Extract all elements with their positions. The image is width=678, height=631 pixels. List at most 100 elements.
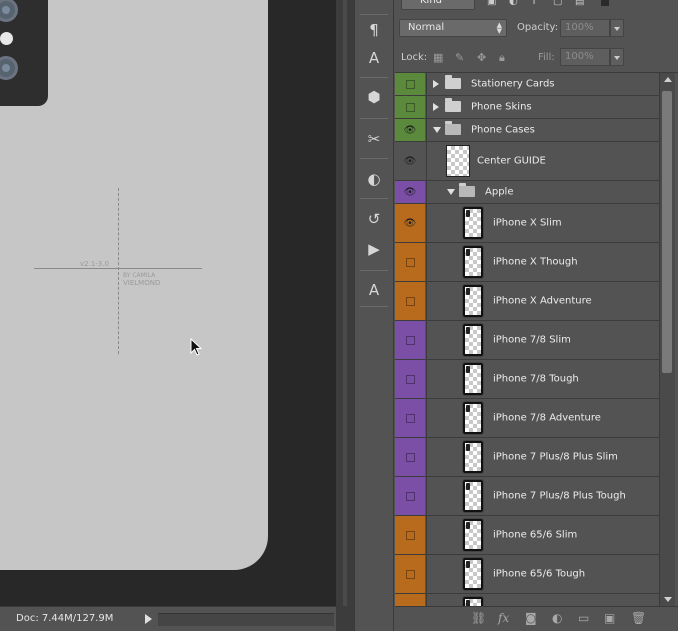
filter-shape-icon[interactable]: ▢ bbox=[553, 0, 565, 7]
layer-row[interactable]: iPhone 7/8 Slim bbox=[395, 321, 659, 360]
visibility-toggle[interactable]: 👁︎ bbox=[395, 204, 425, 242]
lock-transparent-icon[interactable]: ▦ bbox=[433, 51, 443, 64]
eye-icon: 👁︎ bbox=[403, 155, 417, 167]
delete-layer-icon[interactable]: 🗑︎ bbox=[631, 611, 646, 625]
layer-body[interactable]: iPhone 7/8 Adventure bbox=[426, 399, 659, 437]
visibility-toggle[interactable]: 👁︎ bbox=[395, 119, 425, 141]
layer-name: Phone Skins bbox=[471, 101, 532, 113]
layer-thumbnail bbox=[462, 206, 484, 240]
scroll-thumb[interactable] bbox=[662, 91, 672, 373]
fill-field[interactable]: 100% bbox=[560, 48, 610, 66]
layer-row[interactable]: iPhone X Adventure bbox=[395, 282, 659, 321]
filter-toggle-icon[interactable] bbox=[601, 0, 609, 6]
paragraph-icon[interactable]: ¶ bbox=[360, 17, 388, 43]
visibility-toggle[interactable]: 👁︎ bbox=[395, 142, 425, 180]
adjustment-layer-icon[interactable]: ◐ bbox=[552, 611, 562, 625]
layer-group-row[interactable]: Phone Skins bbox=[395, 96, 659, 119]
visibility-toggle[interactable]: 👁︎ bbox=[395, 181, 425, 203]
layer-body[interactable]: Stationery Cards bbox=[426, 73, 659, 95]
character-style-icon[interactable]: A bbox=[360, 45, 388, 71]
lock-position-icon[interactable]: ✥ bbox=[477, 51, 486, 64]
layer-row[interactable]: iPhone X Though bbox=[395, 243, 659, 282]
filter-kind-select[interactable]: Kind bbox=[401, 0, 475, 10]
history-icon[interactable]: ↺ bbox=[360, 206, 388, 232]
layer-body[interactable]: iPhone 7 Plus/8 Plus Tough bbox=[426, 477, 659, 515]
layers-scrollbar[interactable] bbox=[659, 73, 675, 606]
layer-body[interactable]: iPhone X Slim bbox=[426, 204, 659, 242]
layer-body[interactable]: iPhone X Though bbox=[426, 243, 659, 281]
scroll-down-icon[interactable] bbox=[664, 597, 672, 602]
document-canvas[interactable]: v2.1-3.0 BY CAMILA VIELMOND bbox=[0, 0, 336, 606]
layer-row[interactable] bbox=[395, 594, 659, 606]
lock-image-icon[interactable]: ✎ bbox=[455, 51, 464, 64]
opacity-field[interactable]: 100% bbox=[560, 19, 610, 37]
layer-thumbnail bbox=[462, 596, 484, 606]
visibility-toggle[interactable] bbox=[395, 73, 425, 95]
layer-row[interactable]: iPhone 7/8 Adventure bbox=[395, 399, 659, 438]
filter-pixel-icon[interactable]: ▣ bbox=[487, 0, 499, 7]
text-tool-icon[interactable]: A bbox=[360, 277, 388, 303]
layer-row[interactable]: iPhone 7/8 Tough bbox=[395, 360, 659, 399]
layer-body[interactable]: Apple bbox=[426, 181, 659, 203]
new-layer-icon[interactable]: ▣ bbox=[604, 611, 615, 625]
layer-body[interactable]: iPhone 7/8 Slim bbox=[426, 321, 659, 359]
layer-body[interactable]: Center GUIDE bbox=[426, 142, 659, 180]
visibility-toggle[interactable] bbox=[395, 555, 425, 593]
visibility-toggle[interactable] bbox=[395, 438, 425, 476]
3d-cube-icon[interactable]: ⬢ bbox=[360, 84, 388, 110]
layer-body[interactable]: Phone Cases bbox=[426, 119, 659, 141]
blend-mode-select[interactable]: Normal ▲ ▼ bbox=[399, 19, 507, 37]
fx-icon[interactable]: fx bbox=[498, 611, 509, 625]
visibility-toggle[interactable] bbox=[395, 96, 425, 118]
filter-adjustment-icon[interactable]: ◐ bbox=[509, 0, 521, 7]
visibility-toggle[interactable] bbox=[395, 477, 425, 515]
layer-body[interactable]: iPhone X Adventure bbox=[426, 282, 659, 320]
layer-row[interactable]: iPhone 7 Plus/8 Plus Tough bbox=[395, 477, 659, 516]
collapse-arrow-icon[interactable] bbox=[447, 189, 455, 195]
layer-row[interactable]: iPhone 7 Plus/8 Plus Slim bbox=[395, 438, 659, 477]
panel-divider[interactable] bbox=[336, 0, 354, 631]
visibility-toggle[interactable] bbox=[395, 399, 425, 437]
layer-group-row[interactable]: 👁︎ Phone Cases bbox=[395, 119, 659, 142]
layer-row[interactable]: 👁︎ Center GUIDE bbox=[395, 142, 659, 181]
filter-type-icon[interactable]: T bbox=[531, 0, 543, 7]
adjustments-icon[interactable]: ◐ bbox=[360, 166, 388, 192]
layer-body[interactable]: iPhone 65/6 Slim bbox=[426, 516, 659, 554]
lock-all-icon[interactable]: 🔒︎ bbox=[499, 51, 505, 65]
layer-body[interactable] bbox=[426, 594, 659, 606]
status-menu-arrow-icon[interactable] bbox=[145, 614, 152, 624]
layer-body[interactable]: iPhone 7 Plus/8 Plus Slim bbox=[426, 438, 659, 476]
add-mask-icon[interactable]: ◙ bbox=[525, 611, 537, 625]
actions-play-icon[interactable]: ▶ bbox=[360, 236, 388, 262]
visibility-toggle[interactable] bbox=[395, 594, 425, 606]
visibility-toggle[interactable] bbox=[395, 360, 425, 398]
layer-body[interactable]: Phone Skins bbox=[426, 96, 659, 118]
layer-row[interactable]: iPhone 65/6 Slim bbox=[395, 516, 659, 555]
eye-icon: 👁︎ bbox=[403, 217, 417, 229]
visibility-toggle[interactable] bbox=[395, 243, 425, 281]
blend-mode-value: Normal bbox=[408, 22, 445, 33]
horizontal-scrollbar[interactable] bbox=[158, 613, 334, 626]
guide-credit-line1: BY CAMILA bbox=[123, 272, 156, 279]
layer-group-row[interactable]: 👁︎ Apple bbox=[395, 181, 659, 204]
expand-arrow-icon[interactable] bbox=[433, 80, 439, 88]
layer-thumbnail bbox=[462, 323, 484, 357]
opacity-dropdown-icon[interactable] bbox=[610, 19, 624, 37]
filter-smart-object-icon[interactable]: ▤ bbox=[575, 0, 587, 7]
collapse-arrow-icon[interactable] bbox=[433, 127, 441, 133]
tools-icon[interactable]: ✂ bbox=[360, 126, 388, 152]
camera-lens-top bbox=[0, 0, 18, 22]
layer-row[interactable]: iPhone 65/6 Tough bbox=[395, 555, 659, 594]
visibility-toggle[interactable] bbox=[395, 321, 425, 359]
layer-body[interactable]: iPhone 7/8 Tough bbox=[426, 360, 659, 398]
expand-arrow-icon[interactable] bbox=[433, 103, 439, 111]
fill-dropdown-icon[interactable] bbox=[610, 48, 624, 66]
scroll-up-icon[interactable] bbox=[664, 77, 672, 82]
layer-group-row[interactable]: Stationery Cards bbox=[395, 73, 659, 96]
visibility-toggle[interactable] bbox=[395, 516, 425, 554]
link-layers-icon[interactable]: ⛓ bbox=[471, 611, 486, 625]
visibility-toggle[interactable] bbox=[395, 282, 425, 320]
new-group-icon[interactable]: ▭ bbox=[578, 611, 589, 625]
layer-body[interactable]: iPhone 65/6 Tough bbox=[426, 555, 659, 593]
layer-row[interactable]: 👁︎ iPhone X Slim bbox=[395, 204, 659, 243]
